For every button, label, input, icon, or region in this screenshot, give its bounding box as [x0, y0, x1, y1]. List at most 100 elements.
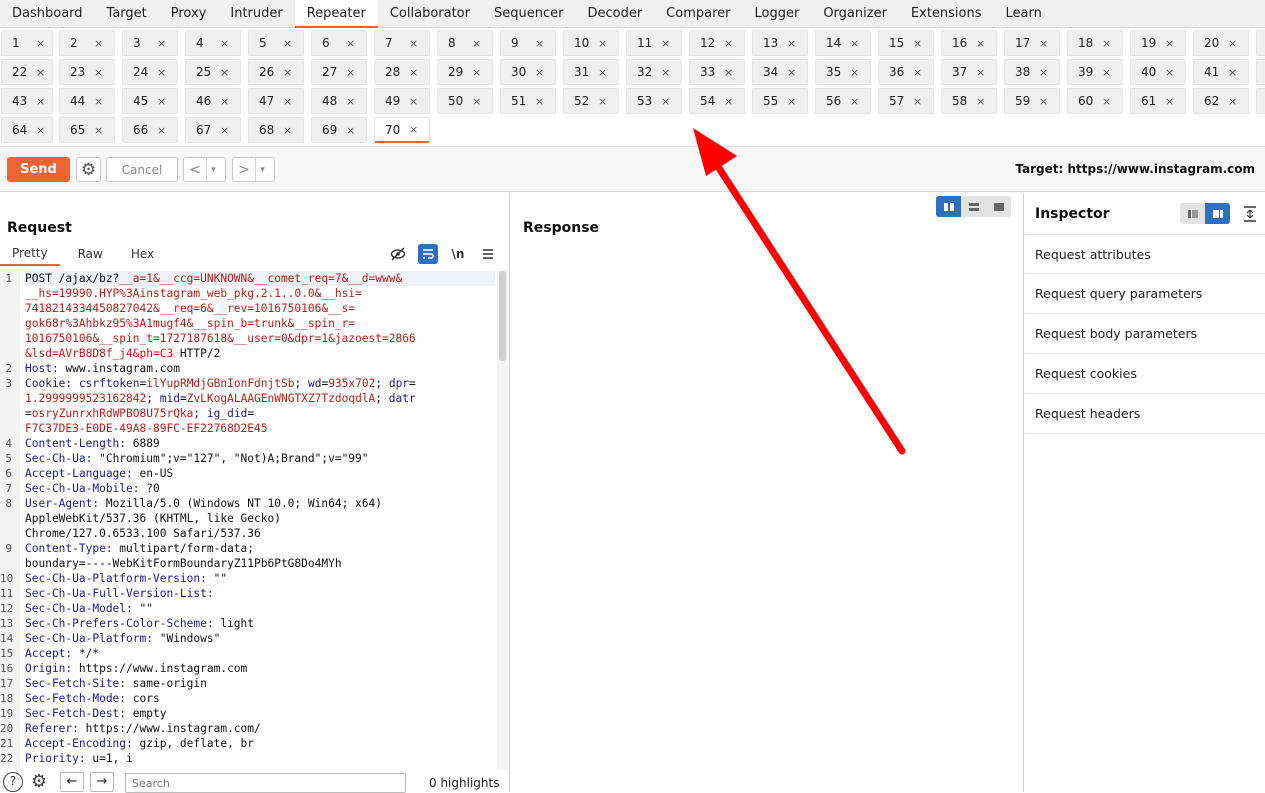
- chevron-down-icon[interactable]: ▾: [255, 158, 269, 181]
- code-line[interactable]: User-Agent: Mozilla/5.0 (Windows NT 10.0…: [25, 496, 495, 511]
- close-icon[interactable]: ×: [1228, 66, 1237, 79]
- code-line[interactable]: Content-Length: 6889: [25, 436, 495, 451]
- repeater-tab-42[interactable]: 42×: [1256, 59, 1265, 85]
- repeater-tab-44[interactable]: 44 ×: [59, 88, 115, 114]
- code-line[interactable]: Sec-Ch-Ua-Full-Version-List:: [25, 586, 495, 601]
- nav-intruder[interactable]: Intruder: [218, 0, 294, 27]
- close-icon[interactable]: ×: [409, 123, 418, 136]
- repeater-tab-62[interactable]: 62 ×: [1193, 88, 1249, 114]
- close-icon[interactable]: ×: [535, 95, 544, 108]
- close-icon[interactable]: ×: [850, 37, 859, 50]
- code-line[interactable]: Origin: https://www.instagram.com: [25, 661, 495, 676]
- close-icon[interactable]: ×: [913, 95, 922, 108]
- repeater-tab-70[interactable]: 70 ×: [374, 117, 430, 143]
- close-icon[interactable]: ×: [661, 95, 670, 108]
- close-icon[interactable]: ×: [94, 124, 103, 137]
- side-by-side-layout-button[interactable]: [936, 196, 961, 217]
- repeater-tab-39[interactable]: 39 ×: [1067, 59, 1123, 85]
- repeater-tab-26[interactable]: 26 ×: [248, 59, 304, 85]
- repeater-tab-65[interactable]: 65 ×: [59, 117, 115, 143]
- close-icon[interactable]: ×: [346, 37, 355, 50]
- cancel-button[interactable]: Cancel: [106, 157, 178, 182]
- tab-raw[interactable]: Raw: [60, 242, 115, 266]
- repeater-tab-2[interactable]: 2 ×: [59, 30, 115, 56]
- tab-hex[interactable]: Hex: [115, 242, 166, 266]
- close-icon[interactable]: ×: [409, 37, 418, 50]
- close-icon[interactable]: ×: [724, 66, 733, 79]
- close-icon[interactable]: ×: [157, 95, 166, 108]
- code-line[interactable]: AppleWebKit/537.36 (KHTML, like Gecko): [25, 511, 495, 526]
- code-line[interactable]: Sec-Ch-Prefers-Color-Scheme: light: [25, 616, 495, 631]
- inspector-right-layout-button[interactable]: [1205, 203, 1230, 224]
- repeater-tab-41[interactable]: 41 ×: [1193, 59, 1249, 85]
- code-line[interactable]: &lsd=AVrB8D8f_j4&ph=C3 HTTP/2: [25, 346, 495, 361]
- collapse-inspector-icon[interactable]: [1242, 205, 1258, 223]
- close-icon[interactable]: ×: [1228, 95, 1237, 108]
- code-line[interactable]: POST /ajax/bz?__a=1&__ccg=UNKNOWN&__come…: [25, 271, 495, 286]
- repeater-tab-40[interactable]: 40 ×: [1130, 59, 1186, 85]
- repeater-tab-32[interactable]: 32 ×: [626, 59, 682, 85]
- repeater-tab-43[interactable]: 43 ×: [1, 88, 53, 114]
- repeater-tab-37[interactable]: 37 ×: [941, 59, 997, 85]
- close-icon[interactable]: ×: [283, 37, 292, 50]
- settings-button[interactable]: ⚙: [76, 157, 101, 182]
- newline-toggle[interactable]: \n: [448, 244, 468, 264]
- repeater-tab-55[interactable]: 55 ×: [752, 88, 808, 114]
- code-line[interactable]: boundary=----WebKitFormBoundaryZ11Pb6PtG…: [25, 556, 495, 571]
- code-line[interactable]: Accept: */*: [25, 646, 495, 661]
- repeater-tab-22[interactable]: 22 ×: [1, 59, 53, 85]
- close-icon[interactable]: ×: [36, 37, 45, 50]
- close-icon[interactable]: ×: [1102, 66, 1111, 79]
- close-icon[interactable]: ×: [1102, 37, 1111, 50]
- inspector-left-layout-button[interactable]: [1180, 203, 1205, 224]
- repeater-tab-30[interactable]: 30 ×: [500, 59, 556, 85]
- close-icon[interactable]: ×: [598, 95, 607, 108]
- nav-learn[interactable]: Learn: [994, 0, 1054, 27]
- code-line[interactable]: Sec-Ch-Ua: "Chromium";v="127", "Not)A;Br…: [25, 451, 495, 466]
- repeater-tab-69[interactable]: 69 ×: [311, 117, 367, 143]
- code-line[interactable]: 1.2999999523162842; mid=ZvLKogALAAGEnWNG…: [25, 391, 495, 406]
- repeater-tab-28[interactable]: 28 ×: [374, 59, 430, 85]
- repeater-tab-11[interactable]: 11 ×: [626, 30, 682, 56]
- code-line[interactable]: Cookie: csrftoken = ilYupRMdjGBnIonFdnjtSb…: [25, 376, 495, 391]
- repeater-tab-5[interactable]: 5 ×: [248, 30, 304, 56]
- close-icon[interactable]: ×: [472, 95, 481, 108]
- code-line[interactable]: Accept-Encoding: gzip, deflate, br: [25, 736, 495, 751]
- code-line[interactable]: 1016750106&__spin_t=1727187618&__user=0&…: [25, 331, 495, 346]
- close-icon[interactable]: ×: [472, 37, 481, 50]
- close-icon[interactable]: ×: [1165, 37, 1174, 50]
- close-icon[interactable]: ×: [724, 37, 733, 50]
- close-icon[interactable]: ×: [1165, 95, 1174, 108]
- close-icon[interactable]: ×: [283, 66, 292, 79]
- search-input[interactable]: [125, 773, 406, 793]
- close-icon[interactable]: ×: [535, 37, 544, 50]
- repeater-tab-47[interactable]: 47 ×: [248, 88, 304, 114]
- repeater-tab-58[interactable]: 58 ×: [941, 88, 997, 114]
- close-icon[interactable]: ×: [36, 66, 45, 79]
- history-forward-button[interactable]: > ▾: [232, 157, 275, 182]
- code-line[interactable]: Sec-Fetch-Dest: empty: [25, 706, 495, 721]
- request-code[interactable]: POST /ajax/bz?__a=1&__ccg=UNKNOWN&__come…: [25, 271, 495, 766]
- close-icon[interactable]: ×: [409, 95, 418, 108]
- close-icon[interactable]: ×: [976, 66, 985, 79]
- close-icon[interactable]: ×: [157, 37, 166, 50]
- code-line[interactable]: Sec-Ch-Ua-Platform: "Windows": [25, 631, 495, 646]
- close-icon[interactable]: ×: [850, 66, 859, 79]
- nav-repeater[interactable]: Repeater: [294, 0, 378, 28]
- stacked-layout-button[interactable]: [961, 196, 986, 217]
- repeater-tab-38[interactable]: 38 ×: [1004, 59, 1060, 85]
- repeater-tab-23[interactable]: 23 ×: [59, 59, 115, 85]
- nav-proxy[interactable]: Proxy: [159, 0, 219, 27]
- inspector-section-request-headers[interactable]: Request headers: [1025, 394, 1265, 434]
- close-icon[interactable]: ×: [913, 37, 922, 50]
- code-line[interactable]: Host: www.instagram.com: [25, 361, 495, 376]
- close-icon[interactable]: ×: [157, 124, 166, 137]
- repeater-tab-24[interactable]: 24 ×: [122, 59, 178, 85]
- code-line[interactable]: Content-Type: multipart/form-data;: [25, 541, 495, 556]
- repeater-tab-48[interactable]: 48 ×: [311, 88, 367, 114]
- repeater-tab-8[interactable]: 8 ×: [437, 30, 493, 56]
- close-icon[interactable]: ×: [472, 66, 481, 79]
- code-line[interactable]: Accept-Language: en-US: [25, 466, 495, 481]
- repeater-tab-64[interactable]: 64 ×: [1, 117, 53, 143]
- close-icon[interactable]: ×: [913, 66, 922, 79]
